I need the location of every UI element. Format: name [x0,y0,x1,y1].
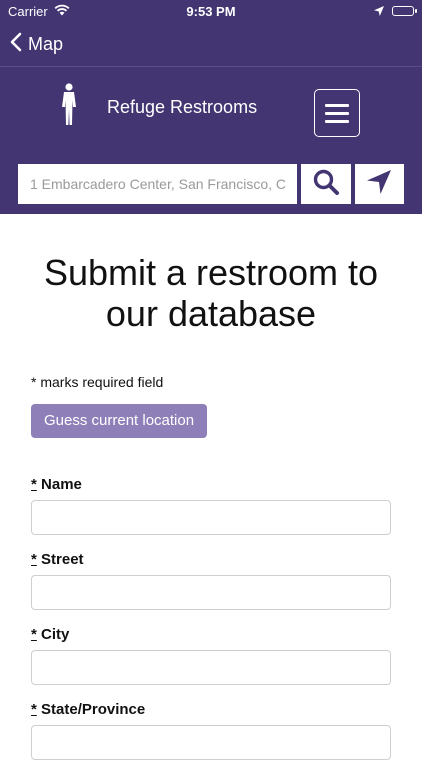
name-field[interactable] [31,500,391,535]
search-row [0,164,422,214]
state-field-group: * State/Province [31,701,391,760]
city-label-text: City [41,626,70,643]
required-star: * [31,626,37,643]
top-bar: Carrier 9:53 PM Map Refuge Restrooms 1 E… [0,0,422,214]
wifi-icon [54,4,70,19]
site-title[interactable]: Refuge Restrooms [107,97,257,118]
carrier-label: Carrier [8,3,48,19]
person-icon [58,83,80,132]
status-bar: Carrier 9:53 PM [0,0,422,22]
back-button[interactable]: Map [10,32,63,57]
site-header: Refuge Restrooms [0,67,422,164]
street-field[interactable] [31,575,391,610]
name-field-group: * Name [31,476,391,535]
state-label: * State/Province [31,701,391,718]
street-label-text: Street [41,551,84,568]
name-label: * Name [31,476,391,493]
city-label: * City [31,626,391,643]
required-star: * [31,476,37,493]
name-label-text: Name [41,476,82,493]
street-field-group: * Street [31,551,391,610]
locate-button[interactable] [354,164,404,204]
required-note: * marks required field [31,374,164,390]
main-content: Submit a restroom to our database * mark… [0,252,422,760]
menu-icon[interactable] [314,89,360,137]
search-input[interactable] [18,164,298,204]
required-star: * [31,701,37,718]
back-label: Map [28,33,64,54]
page-title: Submit a restroom to our database [43,252,379,334]
search-icon [312,168,340,201]
navigation-icon [366,169,392,200]
street-label: * Street [31,551,391,568]
navigation-bar: Map [0,22,422,67]
search-button[interactable] [301,164,351,204]
location-arrow-icon [374,4,384,19]
battery-icon [392,6,417,16]
state-label-text: State/Province [41,701,146,718]
state-field[interactable] [31,725,391,760]
guess-location-button[interactable]: Guess current location [31,404,208,438]
city-field[interactable] [31,650,391,685]
city-field-group: * City [31,626,391,685]
required-star: * [31,551,37,568]
chevron-left-icon [10,32,22,57]
